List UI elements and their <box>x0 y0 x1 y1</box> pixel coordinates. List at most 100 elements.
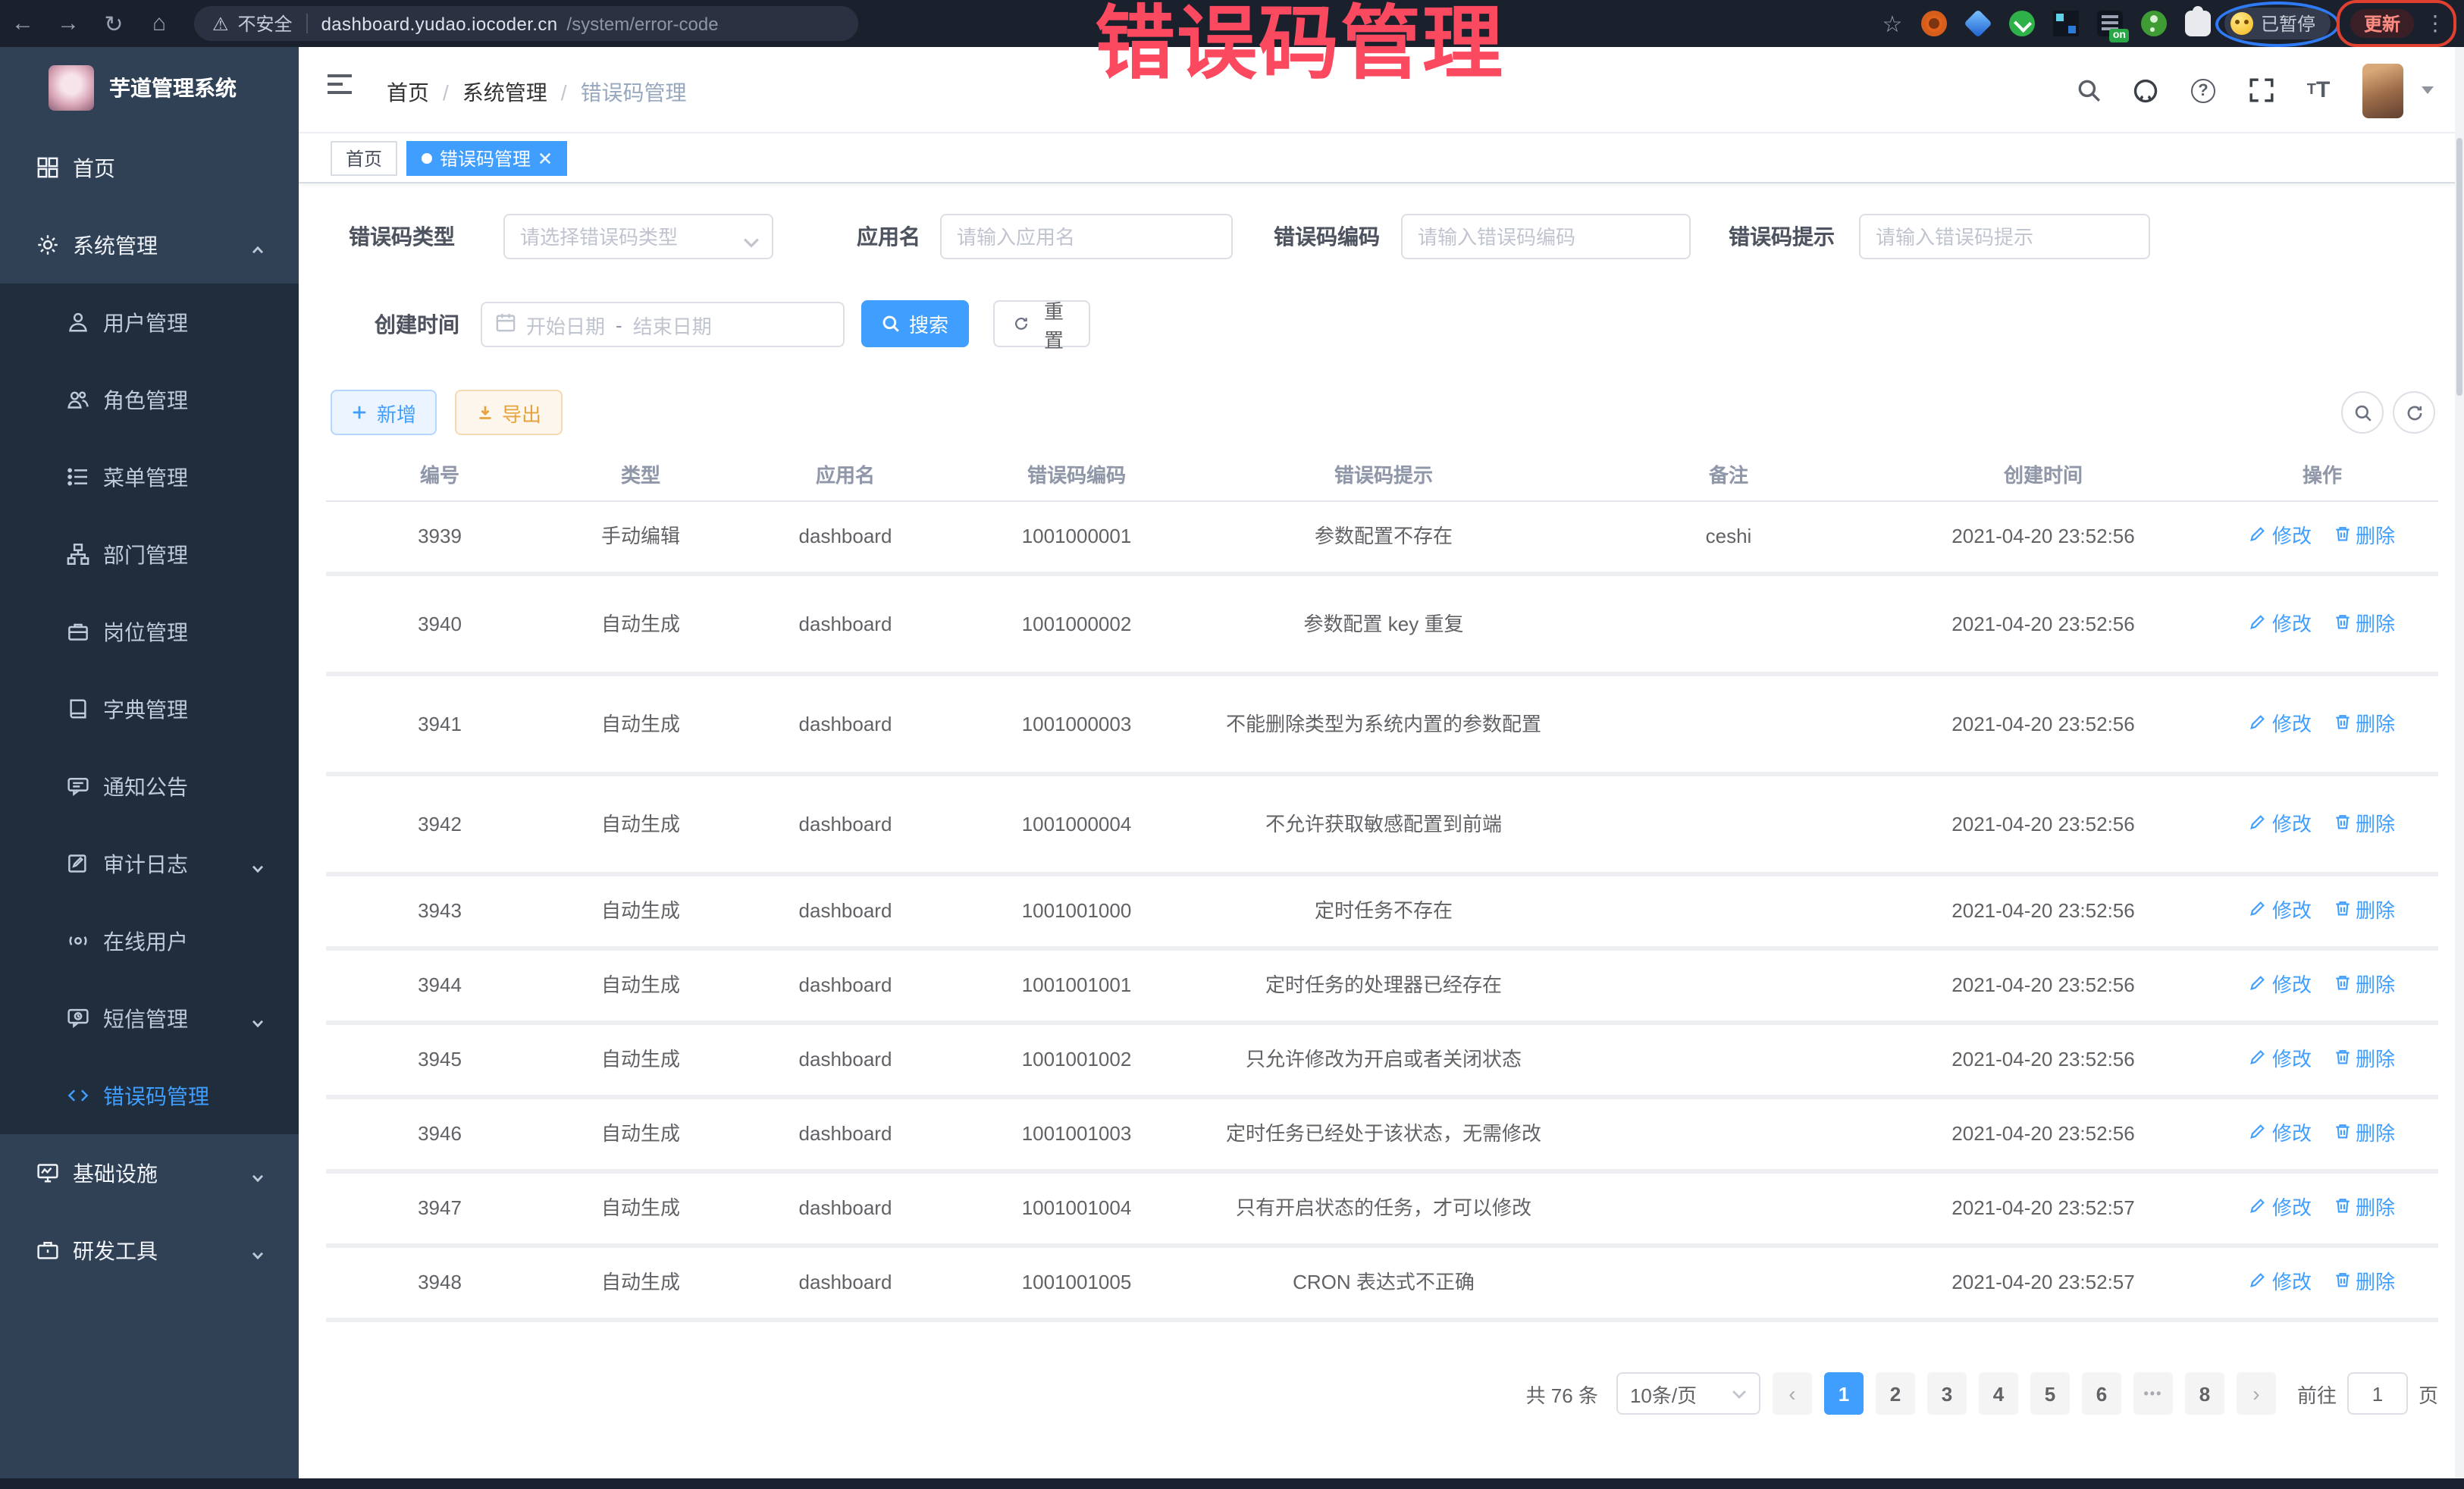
cell-类型: 自动生成 <box>553 600 728 648</box>
breadcrumb-item-首页[interactable]: 首页 <box>387 77 429 108</box>
grease-extension-icon[interactable] <box>2141 11 2167 36</box>
export-button[interactable]: 导出 <box>455 390 563 435</box>
error-type-select-input[interactable] <box>503 214 773 259</box>
update-button[interactable]: 更新 <box>2350 9 2414 38</box>
sidebar-item-部门管理[interactable]: 部门管理 <box>0 516 299 593</box>
reload-icon[interactable]: ↻ <box>91 10 136 37</box>
add-button[interactable]: 新增 <box>331 390 437 435</box>
page-button-3[interactable]: 3 <box>1927 1372 1967 1415</box>
sidebar-item-研发工具[interactable]: 研发工具 <box>0 1212 299 1289</box>
page-scrollbar[interactable] <box>2455 47 2464 1478</box>
menu-icon <box>67 466 89 488</box>
chevron-down-icon[interactable] <box>2422 86 2434 94</box>
search-button[interactable]: 搜索 <box>861 300 969 347</box>
edit-link[interactable]: 修改 <box>2249 610 2312 639</box>
tab-首页[interactable]: 首页 <box>331 141 397 176</box>
edit-link[interactable]: 修改 <box>2249 971 2312 1001</box>
delete-link[interactable]: 删除 <box>2333 610 2395 639</box>
edit-link[interactable]: 修改 <box>2249 1268 2312 1298</box>
ublock-extension-icon[interactable] <box>1921 11 1947 36</box>
delete-link[interactable]: 删除 <box>2333 1120 2395 1149</box>
refresh-table-icon[interactable] <box>2393 391 2435 434</box>
date-end-placeholder[interactable]: 结束日期 <box>633 310 712 339</box>
app-name-input[interactable] <box>940 214 1233 259</box>
help-icon[interactable]: ? <box>2190 77 2217 104</box>
sidebar-item-label: 首页 <box>73 152 115 183</box>
bookmark-star-icon[interactable]: ☆ <box>1877 10 1908 37</box>
sidebar-item-用户管理[interactable]: 用户管理 <box>0 284 299 361</box>
edit-link[interactable]: 修改 <box>2249 1120 2312 1149</box>
hamburger-icon[interactable] <box>326 73 353 103</box>
address-bar[interactable]: ⚠ 不安全 dashboard.yudao.iocoder.cn /system… <box>194 6 858 41</box>
show-search-toggle-icon[interactable] <box>2341 391 2384 434</box>
grid-extension-icon[interactable] <box>2053 11 2079 36</box>
cell-备注 <box>1577 1125 1880 1143</box>
app-title: 芋道管理系统 <box>109 73 237 103</box>
page-button-5[interactable]: 5 <box>2030 1372 2070 1415</box>
sidebar-item-菜单管理[interactable]: 菜单管理 <box>0 438 299 516</box>
gem-extension-icon[interactable] <box>1964 9 1992 38</box>
page-size-select[interactable]: 10条/页 <box>1616 1372 1760 1415</box>
edit-link[interactable]: 修改 <box>2249 710 2312 739</box>
goto-page-input[interactable] <box>2347 1372 2408 1415</box>
date-start-placeholder[interactable]: 开始日期 <box>526 310 605 339</box>
search-icon[interactable] <box>2074 77 2102 104</box>
cell-类型: 自动生成 <box>553 701 728 748</box>
sidebar-item-角色管理[interactable]: 角色管理 <box>0 361 299 438</box>
page-button-2[interactable]: 2 <box>1876 1372 1915 1415</box>
close-icon[interactable] <box>538 152 552 165</box>
sidebar-logo[interactable]: 芋道管理系统 <box>0 47 299 129</box>
delete-link[interactable]: 删除 <box>2333 897 2395 926</box>
sidebar-item-系统管理[interactable]: 系统管理 <box>0 206 299 284</box>
browser-menu-icon[interactable]: ⋮ <box>2425 11 2446 36</box>
back-icon[interactable]: ← <box>0 11 45 36</box>
page-button-1[interactable]: 1 <box>1824 1372 1864 1415</box>
edit-link[interactable]: 修改 <box>2249 1194 2312 1224</box>
sidebar-item-通知公告[interactable]: 通知公告 <box>0 748 299 825</box>
breadcrumb-item-系统管理[interactable]: 系统管理 <box>462 77 547 108</box>
sidebar-item-短信管理[interactable]: 短信管理 <box>0 980 299 1057</box>
sidebar-item-基础设施[interactable]: 基础设施 <box>0 1134 299 1212</box>
reset-button[interactable]: 重置 <box>993 300 1090 347</box>
delete-link[interactable]: 删除 <box>2333 810 2395 839</box>
delete-link[interactable]: 删除 <box>2333 971 2395 1001</box>
tab-错误码管理[interactable]: 错误码管理 <box>406 141 567 176</box>
edit-link[interactable]: 修改 <box>2249 810 2312 839</box>
error-type-select[interactable] <box>503 214 773 259</box>
sidebar-item-首页[interactable]: 首页 <box>0 129 299 206</box>
page-button-6[interactable]: 6 <box>2082 1372 2121 1415</box>
page-button-4[interactable]: 4 <box>1979 1372 2018 1415</box>
delete-link[interactable]: 删除 <box>2333 1194 2395 1224</box>
sidebar-item-在线用户[interactable]: 在线用户 <box>0 902 299 980</box>
sidebar-item-错误码管理[interactable]: 错误码管理 <box>0 1057 299 1134</box>
scrollbar-thumb[interactable] <box>2456 138 2462 396</box>
sidebar-item-字典管理[interactable]: 字典管理 <box>0 670 299 748</box>
delete-link[interactable]: 删除 <box>2333 1268 2395 1298</box>
switch-extension-icon[interactable]: on <box>2097 11 2123 36</box>
v2ex-extension-icon[interactable] <box>2009 11 2035 36</box>
delete-link[interactable]: 删除 <box>2333 710 2395 739</box>
edit-link[interactable]: 修改 <box>2249 1045 2312 1075</box>
sidebar-item-岗位管理[interactable]: 岗位管理 <box>0 593 299 670</box>
fullscreen-icon[interactable] <box>2247 77 2274 104</box>
delete-link[interactable]: 删除 <box>2333 1045 2395 1075</box>
edit-link[interactable]: 修改 <box>2249 522 2312 552</box>
next-page-button[interactable]: › <box>2237 1372 2276 1415</box>
more-pages-button[interactable]: ••• <box>2133 1372 2173 1415</box>
font-size-icon[interactable]: TT <box>2305 77 2332 104</box>
user-avatar[interactable] <box>2362 63 2403 118</box>
puzzle-extension-icon[interactable] <box>2185 11 2211 36</box>
delete-link[interactable]: 删除 <box>2333 522 2395 552</box>
profile-paused-badge[interactable]: 已暂停 <box>2224 8 2331 39</box>
prev-page-button[interactable]: ‹ <box>1773 1372 1812 1415</box>
home-icon[interactable]: ⌂ <box>136 11 182 36</box>
edit-link[interactable]: 修改 <box>2249 897 2312 926</box>
forward-icon[interactable]: → <box>45 11 91 36</box>
cell-应用名: dashboard <box>728 600 963 648</box>
sidebar-item-审计日志[interactable]: 审计日志 <box>0 825 299 902</box>
error-msg-input[interactable] <box>1859 214 2150 259</box>
github-icon[interactable] <box>2132 77 2159 104</box>
date-range-picker[interactable]: 开始日期 - 结束日期 <box>481 302 845 347</box>
error-code-input[interactable] <box>1401 214 1691 259</box>
page-button-8[interactable]: 8 <box>2185 1372 2224 1415</box>
